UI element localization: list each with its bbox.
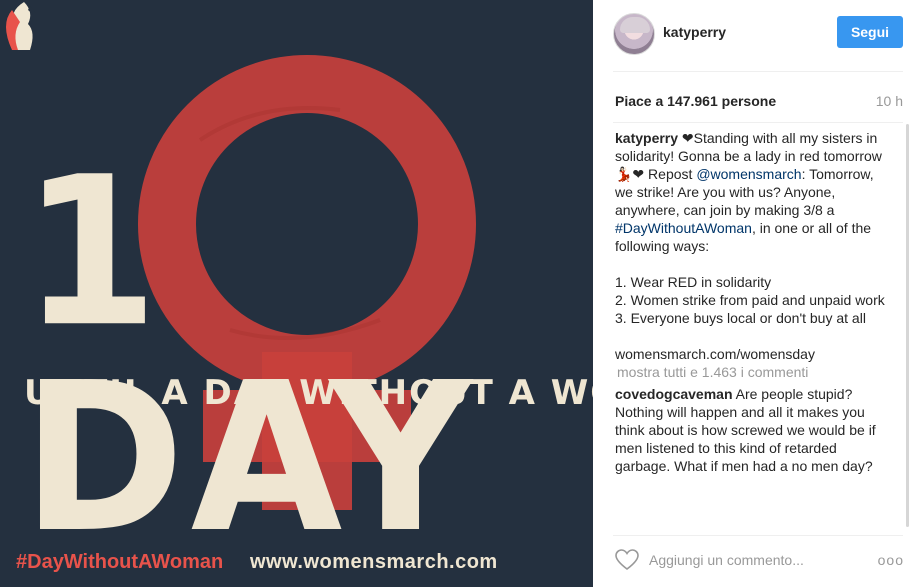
womens-march-logo [6, 2, 37, 50]
avatar[interactable] [613, 13, 655, 55]
comment-username[interactable]: covedogcaveman [615, 386, 733, 402]
scrollbar[interactable] [906, 124, 909, 527]
divider [613, 122, 903, 123]
caption-username[interactable]: katyperry [615, 130, 678, 146]
post-sidebar: katyperry Segui Piace a 147.961 persone … [593, 0, 918, 587]
comment-bar: ooo [613, 548, 908, 574]
post-stats: Piace a 147.961 persone 10 h [613, 91, 903, 111]
username-link[interactable]: katyperry [663, 24, 726, 40]
likes-count[interactable]: Piace a 147.961 persone [615, 93, 776, 109]
caption: katyperry ❤Standing with all my sisters … [613, 129, 893, 363]
comments-list[interactable]: katyperry ❤Standing with all my sisters … [613, 129, 893, 524]
headline-text: 1 DAY [22, 133, 478, 579]
post-time[interactable]: 10 h [876, 93, 903, 109]
divider [613, 535, 903, 536]
more-options-icon[interactable]: ooo [878, 552, 904, 568]
subline-text: UNTIL A DAY WITHOUT A WOMAN [24, 373, 593, 413]
caption-text: , in one or all of the following ways: 1… [615, 220, 885, 362]
divider [613, 71, 903, 72]
post-image: 1 DAY UNTIL A DAY WITHOUT A WOMAN #DayWi… [0, 0, 593, 587]
mention-link[interactable]: @womensmarch [696, 166, 801, 182]
show-all-comments-link[interactable]: mostra tutti e 1.463 i commenti [617, 363, 893, 381]
comment-item: covedogcaveman Are people stupid? Nothin… [613, 385, 893, 475]
follow-button[interactable]: Segui [837, 16, 903, 48]
image-site-url: www.womensmarch.com [250, 551, 498, 573]
post-header: katyperry Segui [593, 0, 918, 70]
image-hashtag: #DayWithoutAWoman [16, 551, 224, 573]
heart-icon[interactable] [615, 549, 639, 571]
add-comment-input[interactable] [649, 552, 869, 568]
hashtag-link[interactable]: #DayWithoutAWoman [615, 220, 752, 236]
